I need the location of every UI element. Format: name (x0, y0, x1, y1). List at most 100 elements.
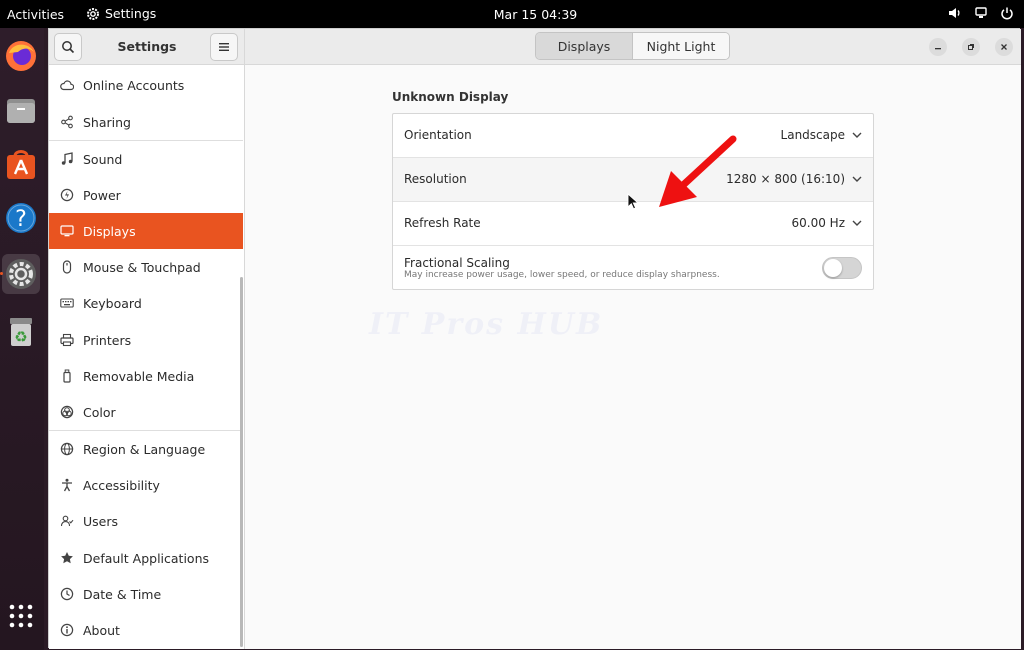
refresh-rate-value[interactable]: 60.00 Hz (792, 216, 846, 230)
sidebar-item-label: Power (83, 187, 121, 203)
sidebar-item-label: Sound (83, 151, 123, 167)
sidebar-item-region-language[interactable]: Region & Language (49, 431, 243, 467)
watermark: IT Pros HUB (369, 307, 604, 342)
search-button[interactable] (54, 33, 82, 61)
main-header: Displays Night Light (245, 29, 1021, 65)
monitor-icon (59, 223, 75, 239)
share-icon (59, 114, 75, 130)
cloud-icon (59, 77, 75, 93)
svg-text:?: ? (15, 207, 27, 232)
fractional-scaling-label: Fractional Scaling (404, 256, 510, 270)
sidebar-item-label: Region & Language (83, 441, 206, 457)
sidebar-item-label: Online Accounts (83, 77, 185, 93)
search-icon (62, 41, 75, 54)
refresh-rate-label: Refresh Rate (404, 216, 481, 230)
svg-text:♻: ♻ (14, 328, 27, 346)
sidebar-item-sharing[interactable]: Sharing (49, 104, 243, 140)
orientation-row[interactable]: Orientation Landscape (393, 114, 873, 158)
app-grid-icon (9, 604, 33, 628)
tab-displays[interactable]: Displays (536, 33, 633, 59)
minimize-button[interactable] (929, 38, 947, 56)
gear-icon (87, 7, 99, 20)
maximize-button[interactable] (962, 38, 980, 56)
globe-icon (59, 441, 75, 457)
sidebar-item-label: Accessibility (83, 477, 160, 493)
resolution-value[interactable]: 1280 × 800 (16:10) (726, 172, 845, 186)
sidebar-item-default-applications[interactable]: Default Applications (49, 540, 243, 576)
app-menu[interactable]: Settings (86, 6, 156, 21)
power-icon (59, 187, 75, 203)
sidebar-item-label: Default Applications (83, 550, 210, 566)
close-button[interactable] (995, 38, 1013, 56)
orientation-label: Orientation (404, 128, 472, 142)
sidebar-item-removable-media[interactable]: Removable Media (49, 358, 243, 394)
hamburger-icon (219, 43, 229, 51)
sidebar-item-label: Date & Time (83, 586, 162, 602)
software-icon (7, 150, 35, 179)
orientation-value[interactable]: Landscape (781, 128, 845, 142)
dock: ? ♻ (0, 28, 44, 650)
settings-window: Settings Online Accounts Sharing Sound P… (48, 28, 1021, 649)
minimize-icon (935, 48, 941, 50)
resolution-label: Resolution (404, 172, 467, 186)
system-tray[interactable] (948, 6, 1014, 20)
fractional-scaling-description: May increase power usage, lower speed, o… (404, 270, 720, 280)
info-icon (59, 622, 75, 638)
display-name-heading: Unknown Display (392, 90, 509, 104)
sidebar-item-label: Color (83, 404, 116, 420)
help-icon: ? (6, 203, 36, 233)
clock[interactable]: Mar 15 04:39 (494, 7, 577, 22)
network-icon[interactable] (974, 6, 988, 20)
accessibility-icon (59, 477, 75, 493)
sidebar-item-about[interactable]: About (49, 612, 243, 648)
sidebar-item-power[interactable]: Power (49, 177, 243, 213)
color-icon (59, 404, 75, 420)
chevron-down-icon[interactable] (851, 216, 863, 230)
sidebar-item-label: Removable Media (83, 368, 195, 384)
active-indicator (0, 272, 3, 275)
dock-help[interactable]: ? (2, 198, 40, 238)
sidebar-item-printers[interactable]: Printers (49, 322, 243, 358)
sidebar-item-color[interactable]: Color (49, 394, 243, 430)
printer-icon (59, 332, 75, 348)
volume-icon[interactable] (948, 6, 962, 20)
close-icon (1001, 44, 1007, 50)
sidebar-item-date-time[interactable]: Date & Time (49, 576, 243, 612)
sidebar-scrollbar[interactable] (240, 277, 243, 647)
dock-settings[interactable] (2, 254, 40, 294)
trash-icon: ♻ (10, 318, 32, 346)
chevron-down-icon[interactable] (851, 172, 863, 186)
switch-knob (824, 259, 842, 277)
tab-night-light[interactable]: Night Light (633, 33, 729, 59)
sidebar-item-label: Keyboard (83, 295, 142, 311)
fractional-scaling-switch[interactable] (822, 257, 862, 279)
sidebar-item-accessibility[interactable]: Accessibility (49, 467, 243, 503)
sidebar-title: Settings (117, 39, 177, 54)
mouse-icon (59, 259, 75, 275)
dock-trash[interactable]: ♻ (2, 312, 40, 352)
keyboard-icon (59, 295, 75, 311)
chevron-down-icon[interactable] (851, 128, 863, 142)
sidebar-item-displays[interactable]: Displays (49, 213, 243, 249)
app-name: Settings (105, 6, 157, 21)
sidebar-item-mouse-touchpad[interactable]: Mouse & Touchpad (49, 249, 243, 285)
dock-software[interactable] (2, 144, 40, 184)
sidebar-item-users[interactable]: Users (49, 503, 243, 539)
settings-icon (6, 259, 36, 289)
sidebar-item-online-accounts[interactable]: Online Accounts (49, 67, 243, 103)
mouse-cursor-icon (627, 193, 639, 210)
dock-firefox[interactable] (2, 36, 40, 76)
sidebar-item-label: Displays (83, 223, 136, 239)
dock-files[interactable] (2, 90, 40, 130)
files-icon (7, 99, 35, 123)
fractional-scaling-row: Fractional Scaling May increase power us… (393, 246, 873, 290)
power-icon[interactable] (1000, 6, 1014, 20)
activities-button[interactable]: Activities (7, 7, 64, 22)
restore-icon (968, 44, 974, 50)
menu-button[interactable] (210, 33, 238, 61)
sidebar-header: Settings (49, 29, 244, 65)
dock-app-grid[interactable] (2, 596, 40, 636)
sidebar: Settings Online Accounts Sharing Sound P… (49, 29, 245, 649)
sidebar-item-keyboard[interactable]: Keyboard (49, 285, 243, 321)
sidebar-item-sound[interactable]: Sound (49, 141, 243, 177)
